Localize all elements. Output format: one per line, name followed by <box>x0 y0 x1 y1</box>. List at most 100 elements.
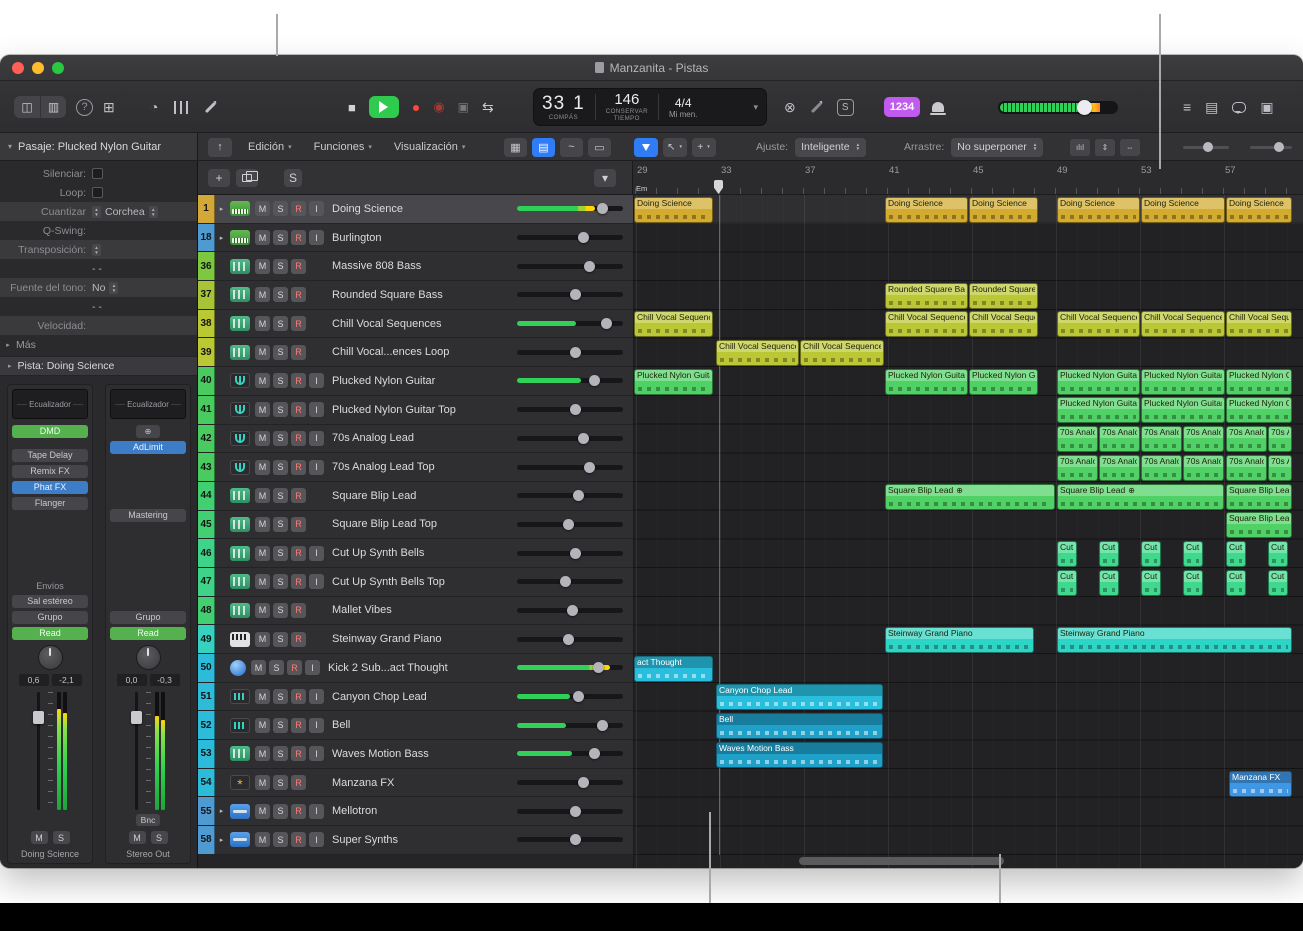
region[interactable]: 70s Analog Lead <box>1057 455 1098 481</box>
track-row[interactable]: 46MSRICut Up Synth Bells <box>198 539 633 568</box>
horizontal-zoom-icon[interactable]: ⇔ <box>1120 139 1140 156</box>
chat-icon[interactable] <box>1232 102 1246 113</box>
record-enable-button[interactable]: R <box>291 287 306 302</box>
region[interactable]: Cut Up Synth Bells <box>1057 570 1077 596</box>
input-monitor-button[interactable]: I <box>309 804 324 819</box>
region[interactable]: Cut Up Synth Bells <box>1268 570 1288 596</box>
list-editors-icon[interactable]: ≡ <box>1183 99 1191 115</box>
volume-knob[interactable] <box>593 662 604 673</box>
track-inspector-header[interactable]: ▸ Pista: Doing Science <box>0 356 197 376</box>
solo-button[interactable]: S <box>273 402 288 417</box>
channel-fader[interactable] <box>131 692 142 810</box>
solo-button[interactable]: S <box>273 574 288 589</box>
disclosure-icon[interactable]: ▸ <box>215 807 228 815</box>
region[interactable]: Plucked Nylon Guitar <box>634 369 713 395</box>
solo-button[interactable]: S <box>273 804 288 819</box>
stepper-control[interactable]: ▲▼ <box>92 206 101 218</box>
region[interactable]: Chill Vocal Sequences <box>1141 311 1225 337</box>
region[interactable]: Doing Science <box>885 197 968 223</box>
volume-slider[interactable] <box>517 321 623 326</box>
region[interactable]: Plucked Nylon Guitar <box>1057 397 1140 423</box>
disclosure-icon[interactable]: ▸ <box>215 836 228 844</box>
strip-mute-button[interactable]: M <box>31 831 48 844</box>
volume-slider[interactable] <box>517 579 623 584</box>
region[interactable]: Cut Up Synth Bells <box>1099 541 1119 567</box>
solo-button[interactable]: S <box>273 832 288 847</box>
disclosure-icon[interactable]: ▸ <box>0 341 16 349</box>
eq-display[interactable]: Ecualizador <box>12 389 88 419</box>
region[interactable]: Chill Vocal Sequences <box>716 340 799 366</box>
mute-button[interactable]: M <box>255 718 270 733</box>
region[interactable]: Plucked Nylon Guitar <box>1226 397 1292 423</box>
solo-button[interactable]: S <box>273 517 288 532</box>
discard-icon[interactable]: ⊗ <box>784 99 796 116</box>
solo-button[interactable]: S <box>273 746 288 761</box>
command-tool-menu[interactable]: + ▼ <box>692 138 716 157</box>
track-view-icon[interactable]: ▤ <box>532 138 555 157</box>
track-row[interactable]: 40MSRIPlucked Nylon Guitar <box>198 367 633 396</box>
checkbox[interactable] <box>92 168 103 179</box>
record-enable-button[interactable]: R <box>291 373 306 388</box>
track-row[interactable]: 18▸MSRIBurlington <box>198 224 633 253</box>
inspector-icon[interactable]: ▥ <box>40 96 66 118</box>
group-slot[interactable]: Grupo <box>12 611 88 624</box>
track-row[interactable]: 58▸MSRISuper Synths <box>198 826 633 855</box>
record-enable-button[interactable]: R <box>291 402 306 417</box>
playhead[interactable] <box>714 180 723 194</box>
region[interactable]: 70s Analog Lead <box>1183 455 1224 481</box>
mixer-icon[interactable] <box>174 101 188 114</box>
volume-knob[interactable] <box>560 576 571 587</box>
solo-button[interactable]: S <box>269 660 284 675</box>
volume-knob[interactable] <box>573 490 584 501</box>
bounce-button[interactable]: Bnc <box>136 814 160 826</box>
volume-value[interactable]: -0,3 <box>150 674 180 686</box>
track-row[interactable]: 53MSRIWaves Motion Bass <box>198 740 633 769</box>
mute-button[interactable]: M <box>255 345 270 360</box>
master-volume-slider[interactable] <box>998 101 1118 114</box>
insert-slot[interactable]: Tape Delay <box>12 449 88 462</box>
record-enable-button[interactable]: R <box>291 546 306 561</box>
mute-button[interactable]: M <box>255 775 270 790</box>
input-monitor-button[interactable]: I <box>309 230 324 245</box>
record-enable-button[interactable]: R <box>291 230 306 245</box>
region[interactable]: Manzana FX <box>1229 771 1292 797</box>
volume-knob[interactable] <box>578 433 589 444</box>
region[interactable]: Cut Up Synth Bells <box>1183 570 1203 596</box>
zoom-button[interactable] <box>52 62 64 74</box>
insert-slot[interactable]: Mastering <box>110 509 186 522</box>
volume-knob[interactable] <box>570 289 581 300</box>
volume-knob[interactable] <box>578 232 589 243</box>
play-button[interactable] <box>369 96 399 118</box>
pan-knob[interactable] <box>38 645 63 670</box>
stop-button[interactable]: ■ <box>348 100 356 115</box>
pan-knob[interactable] <box>136 645 161 670</box>
volume-slider[interactable] <box>517 522 623 527</box>
region[interactable]: 70s Analog Lead <box>1141 455 1182 481</box>
volume-slider[interactable] <box>517 637 623 642</box>
volume-slider[interactable] <box>517 551 623 556</box>
mute-button[interactable]: M <box>255 259 270 274</box>
region[interactable]: Chill Vocal Sequences <box>969 311 1038 337</box>
region[interactable]: Plucked Nylon Guitar <box>1057 369 1140 395</box>
solo-button[interactable]: S <box>273 488 288 503</box>
record-enable-button[interactable]: R <box>291 689 306 704</box>
record-button[interactable]: ● <box>412 99 420 115</box>
volume-knob[interactable] <box>570 404 581 415</box>
mute-button[interactable]: M <box>255 373 270 388</box>
help-icon[interactable]: ? <box>76 99 93 116</box>
lcd-display[interactable]: 331 COMPÁS 146 CONSERVAR TIEMPO 4/4 Mi m… <box>533 88 767 126</box>
replace-icon[interactable]: ▣ <box>458 100 469 114</box>
volume-knob[interactable] <box>584 261 595 272</box>
region[interactable]: Square Blip Lead⊕ <box>885 484 1055 510</box>
menu-item-0[interactable]: Edición▾ <box>242 141 298 153</box>
cycle-button[interactable]: ⇆ <box>482 99 494 116</box>
pan-value[interactable]: 0,0 <box>117 674 147 686</box>
volume-slider[interactable] <box>517 235 623 240</box>
input-monitor-button[interactable]: I <box>309 373 324 388</box>
strip-solo-button[interactable]: S <box>53 831 70 844</box>
region[interactable]: 70s Analog Lead <box>1268 426 1292 452</box>
solo-button[interactable]: S <box>273 259 288 274</box>
count-in-badge[interactable]: 1234 <box>884 97 920 117</box>
capture-recording-icon[interactable]: ◉ <box>433 99 444 115</box>
track-row[interactable]: 50MSRIKick 2 Sub...act Thought <box>198 654 633 683</box>
